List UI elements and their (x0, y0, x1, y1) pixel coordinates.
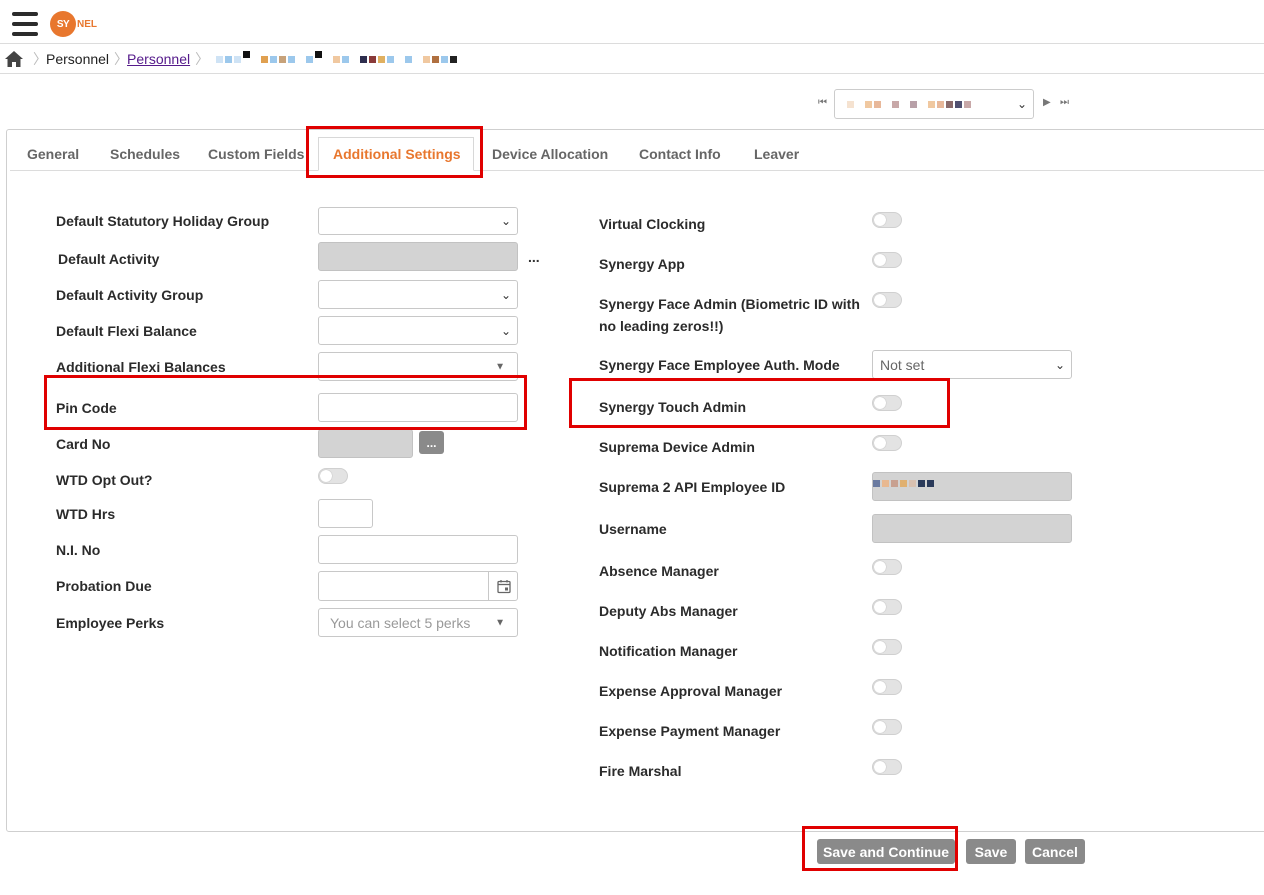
breadcrumb-divider (0, 73, 1264, 74)
tab-additional-settings[interactable]: Additional Settings (333, 146, 461, 162)
notification-manager-toggle[interactable] (872, 639, 902, 655)
suprema-api-employee-id-field (872, 472, 1072, 501)
synergy-touch-admin-label: Synergy Touch Admin (599, 399, 747, 415)
absence-manager-toggle[interactable] (872, 559, 902, 575)
wtd-hrs-input[interactable] (318, 499, 373, 528)
face-employee-auth-mode-select[interactable]: Not set ⌄ (872, 350, 1072, 379)
face-employee-auth-mode-label: Synergy Face Employee Auth. Mode (599, 357, 840, 373)
breadcrumb-link-personnel[interactable]: Personnel (127, 51, 190, 67)
expense-approval-manager-toggle[interactable] (872, 679, 902, 695)
save-button[interactable]: Save (966, 839, 1016, 864)
synergy-touch-admin-toggle[interactable] (872, 395, 902, 411)
username-label: Username (599, 521, 667, 537)
statutory-holiday-group-select[interactable]: ⌄ (318, 207, 518, 235)
expense-payment-manager-label: Expense Payment Manager (599, 723, 781, 739)
chevron-down-icon: ⌄ (500, 287, 511, 302)
username-field (872, 514, 1072, 543)
breadcrumb-item-personnel: Personnel (46, 51, 110, 67)
deputy-abs-manager-toggle[interactable] (872, 599, 902, 615)
employee-perks-placeholder: You can select 5 perks (330, 614, 471, 631)
cancel-button[interactable]: Cancel (1025, 839, 1085, 864)
suprema-api-employee-id-label: Suprema 2 API Employee ID (599, 479, 786, 495)
card-no-label: Card No (56, 436, 111, 452)
employee-perks-label: Employee Perks (56, 615, 165, 631)
tab-general[interactable]: General (27, 146, 79, 162)
chevron-right-icon: 〉 (33, 51, 47, 67)
next-record-icon[interactable]: ▶ (1043, 97, 1051, 108)
first-record-icon[interactable]: ⏮ (818, 97, 827, 108)
statutory-holiday-group-label: Default Statutory Holiday Group (56, 213, 270, 229)
home-icon[interactable] (4, 49, 24, 69)
caret-down-icon: ▼ (495, 617, 505, 628)
chevron-down-icon: ⌄ (500, 323, 511, 338)
expense-payment-manager-toggle[interactable] (872, 719, 902, 735)
chevron-down-icon: ⌄ (500, 214, 511, 228)
chevron-right-icon: 〉 (114, 51, 129, 67)
additional-flexi-balances-multiselect[interactable]: ▼ (318, 352, 518, 381)
default-activity-field (318, 242, 518, 271)
face-employee-auth-mode-value: Not set (880, 356, 925, 373)
logo-text: NEL (77, 18, 97, 30)
pin-code-label: Pin Code (56, 400, 117, 416)
menu-icon[interactable] (12, 12, 38, 38)
card-no-field (318, 429, 413, 458)
suprema-device-admin-toggle[interactable] (872, 435, 902, 451)
redacted-employee-id (873, 480, 934, 487)
deputy-abs-manager-label: Deputy Abs Manager (599, 603, 738, 619)
wtd-opt-out-toggle[interactable] (318, 468, 348, 484)
redacted-employee-name (216, 50, 458, 63)
tabs-divider (10, 170, 1264, 171)
caret-down-icon: ▼ (495, 361, 505, 372)
tab-contact-info[interactable]: Contact Info (639, 146, 721, 162)
activity-group-label: Default Activity Group (56, 287, 204, 303)
flexi-balance-label: Default Flexi Balance (56, 323, 197, 339)
synergy-app-label: Synergy App (599, 256, 685, 272)
default-activity-lookup-button[interactable]: ... (528, 249, 540, 265)
suprema-device-admin-label: Suprema Device Admin (599, 439, 755, 455)
tab-leaver[interactable]: Leaver (754, 146, 799, 162)
fire-marshal-label: Fire Marshal (599, 763, 682, 779)
synel-logo: SY NEL (50, 10, 97, 38)
chevron-down-icon: ⌄ (1016, 97, 1027, 111)
ni-no-label: N.I. No (56, 542, 101, 558)
virtual-clocking-toggle[interactable] (872, 212, 902, 228)
pin-code-input[interactable] (318, 393, 518, 422)
logo-mark: SY (50, 11, 76, 37)
calendar-icon[interactable] (488, 572, 518, 600)
default-activity-label: Default Activity (58, 251, 160, 267)
card-no-lookup-button[interactable]: ... (419, 431, 444, 454)
employee-perks-multiselect[interactable]: You can select 5 perks ▼ (318, 608, 518, 637)
notification-manager-label: Notification Manager (599, 643, 738, 659)
tab-device-allocation[interactable]: Device Allocation (492, 146, 608, 162)
save-and-continue-button[interactable]: Save and Continue (817, 839, 955, 864)
wtd-hrs-label: WTD Hrs (56, 506, 116, 522)
synergy-face-admin-toggle[interactable] (872, 292, 902, 308)
additional-flexi-balances-label: Additional Flexi Balances (56, 359, 226, 375)
header-divider (0, 43, 1264, 44)
absence-manager-label: Absence Manager (599, 563, 719, 579)
breadcrumb: 〉 Personnel 〉 Personnel 〉 (4, 46, 458, 72)
virtual-clocking-label: Virtual Clocking (599, 216, 706, 232)
wtd-opt-out-label: WTD Opt Out? (56, 472, 153, 488)
employee-record-select[interactable]: ⌄ (834, 89, 1034, 119)
chevron-down-icon: ⌄ (1054, 357, 1065, 372)
tab-schedules[interactable]: Schedules (110, 146, 180, 162)
redacted-record-name (847, 100, 971, 108)
flexi-balance-select[interactable]: ⌄ (318, 316, 518, 345)
activity-group-select[interactable]: ⌄ (318, 280, 518, 309)
synergy-face-admin-label-line1: Synergy Face Admin (Biometric ID with (599, 296, 860, 312)
ni-no-input[interactable] (318, 535, 518, 564)
last-record-icon[interactable]: ⏭ (1060, 97, 1069, 108)
synergy-face-admin-label-line2: no leading zeros!!) (599, 318, 724, 334)
tab-custom-fields[interactable]: Custom Fields (208, 146, 304, 162)
fire-marshal-toggle[interactable] (872, 759, 902, 775)
probation-due-label: Probation Due (56, 578, 152, 594)
synergy-app-toggle[interactable] (872, 252, 902, 268)
expense-approval-manager-label: Expense Approval Manager (599, 683, 783, 699)
chevron-right-icon: 〉 (195, 51, 210, 67)
